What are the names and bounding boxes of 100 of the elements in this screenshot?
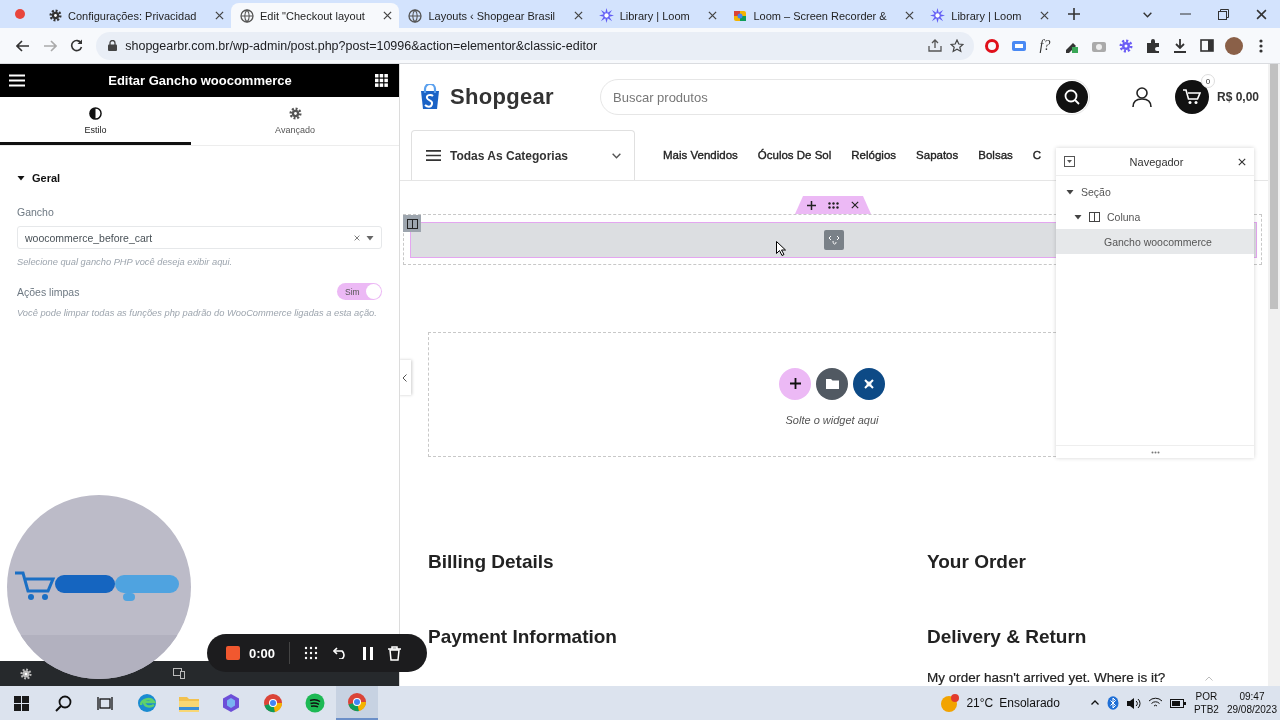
scrollbar-thumb[interactable] [1270,64,1278,309]
menu-link[interactable]: Relógios [851,149,897,161]
puzzle-icon[interactable] [1145,38,1160,53]
extension-button[interactable]: f? [1035,37,1055,54]
cross-icon[interactable] [863,377,875,390]
search-field[interactable]: Buscar produtos [600,79,1090,115]
cart-button[interactable] [1175,80,1209,114]
template-kit-button[interactable] [853,367,885,400]
close-icon[interactable] [215,11,225,20]
contrast-icon[interactable] [89,107,102,120]
menu-link[interactable]: C [1032,149,1042,161]
panel-title: Editar Gancho woocommerce [107,73,293,88]
logo-text[interactable]: Shopgear [450,84,554,110]
weather-icon[interactable] [940,693,961,713]
browser-tab[interactable]: Edit "Checkout layout [231,3,400,28]
lock-icon [108,40,118,51]
edge-icon[interactable] [137,693,157,713]
back-icon[interactable] [16,39,31,52]
star-icon[interactable] [950,38,964,53]
menu-link[interactable]: Sapatos [916,149,959,161]
close-icon[interactable] [851,201,859,209]
menu-link[interactable]: Mais Vendidos [663,149,738,161]
cart-total: R$ 0,00 [1217,90,1260,104]
add-icon[interactable] [807,200,816,210]
speaker-icon[interactable] [1125,696,1141,710]
folder-icon[interactable] [825,378,839,389]
chevron-icon[interactable] [402,373,407,382]
browser-tab[interactable]: Library | Loom [589,3,725,28]
template-folder-button[interactable] [816,367,848,400]
widgets-grid-icon[interactable] [375,74,388,87]
avatar-icon[interactable] [1224,36,1243,55]
hexagon-app-icon[interactable] [221,693,241,713]
trash-icon[interactable] [388,645,402,661]
more-menu-icon[interactable] [1258,38,1263,53]
close-icon[interactable] [1255,8,1267,20]
search-icon[interactable] [54,694,72,712]
reload-icon[interactable] [70,39,84,52]
restore-icon[interactable] [1217,8,1229,20]
user-icon[interactable] [1132,87,1152,107]
categories-dropdown[interactable]: Todas As Categorias [411,130,635,180]
share-icon[interactable] [928,39,942,52]
minimize-icon[interactable] [1179,13,1191,15]
dropdown-caret-icon[interactable] [366,233,374,242]
dots-grid-icon[interactable] [304,646,319,660]
browser-tab[interactable]: Layouts ‹ Shopgear Brasil [399,3,590,28]
caret-icon[interactable] [17,174,25,182]
close-icon[interactable] [383,11,393,20]
settings-icon[interactable] [20,667,32,680]
navigator-item[interactable]: Coluna [1056,204,1254,229]
search-icon[interactable] [1064,89,1080,105]
close-icon[interactable] [573,11,583,20]
drag-handle-icon[interactable] [828,201,839,209]
menu-link[interactable]: Bolsas [978,149,1013,161]
chrome-icon[interactable] [263,693,283,713]
new-tab-icon[interactable] [1068,8,1080,20]
panel-tab[interactable]: Avançado [191,97,399,145]
responsive-icon[interactable] [173,668,185,679]
toggle-switch[interactable]: Sim [337,283,382,300]
clear-icon[interactable] [354,234,360,241]
select-field[interactable]: woocommerce_before_cart [17,226,382,249]
menu-icon[interactable] [426,149,441,162]
browser-tab[interactable]: Library | Loom [921,3,1057,28]
browser-tab[interactable]: Configurações: Privacidad [40,3,232,28]
menu-link[interactable]: Óculos De Sol [757,149,832,161]
add-section-button[interactable] [779,367,811,400]
plus-icon[interactable] [789,378,801,389]
close-icon[interactable] [1238,157,1246,166]
start-icon[interactable] [13,695,29,711]
chrome-icon[interactable] [347,692,367,712]
bluetooth-icon[interactable] [1106,696,1119,710]
cart-icon[interactable] [1183,89,1201,105]
section-title[interactable]: Geral [32,172,61,184]
caret-icon[interactable] [1066,187,1074,196]
clock[interactable]: 09:47 29/08/2023 [1226,686,1277,720]
address-bar[interactable]: shopgearbr.com.br/wp-admin/post.php?post=10996&action=elementor&classic-editor [96,31,974,60]
resize-handle-icon[interactable] [1150,450,1160,454]
weather-condition: Ensolarado [999,696,1060,710]
caret-icon[interactable] [1074,212,1082,221]
navigator-item[interactable]: Gancho woocommerce [1056,229,1254,254]
task-view-icon[interactable] [97,695,113,711]
sidebar-icon[interactable] [1199,39,1214,52]
faq-question[interactable]: My order hasn't arrived yet. Where is it? [927,670,1166,686]
navigator-item[interactable]: Seção [1056,179,1254,204]
close-icon[interactable] [905,11,915,20]
spotify-icon[interactable] [305,693,325,713]
close-icon[interactable] [708,11,718,20]
gear-icon[interactable] [1118,38,1133,53]
browser-tab[interactable]: Loom – Screen Recorder & [724,3,922,28]
ring-icon[interactable] [984,38,999,53]
section-handle[interactable] [795,196,871,214]
language-switcher[interactable]: POR PTB2 [1193,686,1219,720]
battery-icon[interactable] [1169,698,1186,708]
close-icon[interactable] [1040,11,1050,20]
panel-tab[interactable]: Estilo [0,97,191,145]
pause-icon[interactable] [363,646,374,660]
collapse-icon[interactable] [1064,156,1075,167]
gear-icon[interactable] [288,107,302,120]
card-icon[interactable] [1011,39,1026,52]
download-icon[interactable] [1172,38,1187,53]
wifi-icon[interactable] [1147,697,1163,709]
